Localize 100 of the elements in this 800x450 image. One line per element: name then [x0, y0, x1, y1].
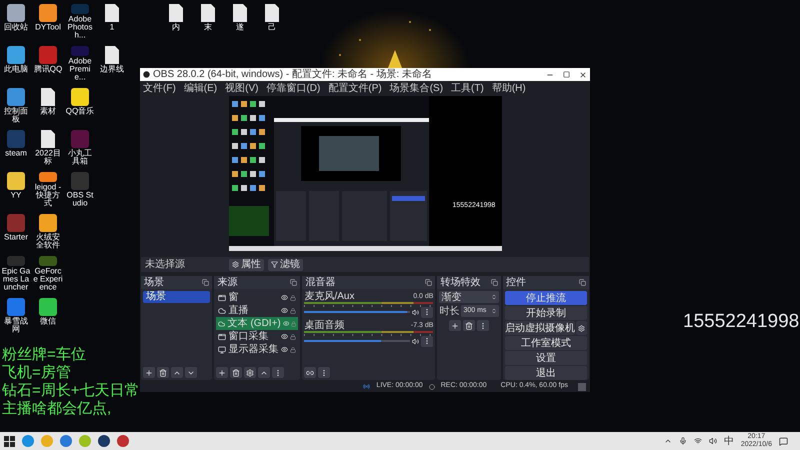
transition-select[interactable]: 渐变 [439, 291, 499, 303]
dock-title: 转场特效 [440, 277, 480, 288]
menu-item[interactable]: 编辑(E) [184, 82, 218, 94]
add-button[interactable] [143, 367, 155, 378]
undock-icon[interactable] [202, 279, 210, 286]
dock-title: 场景 [144, 277, 164, 288]
document-icon[interactable] [232, 4, 246, 22]
source-item[interactable]: 窗 [216, 291, 298, 304]
document-icon[interactable] [40, 130, 54, 148]
app-icon[interactable] [6, 4, 24, 22]
speaker-icon[interactable] [412, 308, 420, 316]
move-down-button[interactable] [185, 367, 197, 378]
icon-label: DYTool [34, 24, 62, 32]
overlay-text: 钻石=周长+七天日常 [2, 382, 140, 400]
document-icon[interactable] [200, 4, 214, 22]
control-button[interactable]: 设置 [505, 351, 587, 365]
phone-number-text: 15552241998 [683, 310, 800, 334]
notification-icon[interactable] [779, 436, 788, 446]
control-button[interactable]: 停止推流 [505, 291, 587, 305]
eye-icon[interactable] [281, 307, 288, 314]
add-button[interactable] [216, 367, 228, 378]
taskbar-app-icon[interactable] [98, 435, 110, 447]
source-label: 直播 [228, 305, 250, 316]
more-button[interactable] [421, 336, 434, 346]
document-icon[interactable] [104, 4, 118, 22]
document-icon[interactable] [264, 4, 278, 22]
move-up-button[interactable] [171, 367, 183, 378]
undock-icon[interactable] [579, 279, 586, 286]
trash-icon [465, 322, 474, 330]
source-item[interactable]: 直播 [216, 304, 298, 317]
move-up-button[interactable] [258, 367, 270, 378]
menu-item[interactable]: 场景集合(S) [390, 82, 444, 94]
delete-button[interactable] [230, 367, 242, 378]
source-item[interactable]: 窗口采集 [216, 330, 298, 343]
window-icon [218, 332, 226, 340]
add-button[interactable] [449, 320, 462, 331]
menu-item[interactable]: 帮助(H) [492, 82, 526, 94]
scene-item[interactable]: 场景 [143, 291, 210, 303]
menu-item[interactable]: 文件(F) [143, 82, 176, 94]
speaker-icon[interactable] [708, 437, 717, 445]
eye-icon[interactable] [281, 346, 288, 353]
app-icon[interactable] [6, 88, 24, 106]
properties-button[interactable]: 属性 [229, 258, 264, 270]
app-icon[interactable] [70, 88, 88, 106]
control-button[interactable]: 退出 [505, 366, 587, 380]
dock-title: 控件 [506, 277, 526, 288]
more-button[interactable] [272, 367, 284, 378]
control-button[interactable]: 开始录制 [505, 306, 587, 320]
control-button[interactable]: 工作室模式 [505, 336, 587, 350]
lock-icon[interactable] [290, 346, 296, 352]
icon-label: GeForce Experience [32, 268, 63, 292]
lock-icon[interactable] [290, 294, 296, 300]
settings-button[interactable] [244, 367, 256, 378]
document-icon[interactable] [40, 88, 54, 106]
document-icon[interactable] [104, 46, 118, 64]
undock-icon[interactable] [290, 279, 298, 286]
close-icon[interactable] [579, 70, 587, 78]
icon-label: steam [4, 150, 28, 158]
lock-icon[interactable] [290, 334, 296, 340]
menu-item[interactable]: 视图(V) [225, 82, 258, 94]
channel-name: 桌面音频 [304, 320, 344, 331]
input-method[interactable]: 中 [724, 436, 734, 446]
chevron-up-icon[interactable] [664, 437, 672, 445]
filters-button[interactable]: 滤镜 [268, 258, 303, 270]
icon-label: QQ音乐 [64, 108, 95, 116]
menu-item[interactable]: 停靠窗口(D) [266, 82, 320, 94]
eye-icon[interactable] [281, 333, 288, 340]
window-icon [218, 294, 226, 302]
icon-label: 己 [266, 24, 276, 32]
taskbar-app-icon[interactable] [117, 435, 129, 447]
lock-icon[interactable] [290, 308, 296, 314]
app-icon[interactable] [38, 172, 56, 182]
plus-icon [218, 368, 226, 376]
start-icon[interactable] [4, 436, 15, 446]
delete-button[interactable] [157, 367, 169, 378]
icon-label: 末 [202, 24, 212, 32]
eye-icon[interactable] [281, 294, 288, 301]
microphone-icon[interactable] [678, 437, 687, 445]
maximize-icon[interactable] [563, 71, 570, 78]
source-item[interactable]: 显示器采集 [216, 343, 298, 356]
app-icon[interactable] [38, 214, 56, 232]
menu-item[interactable]: 工具(T) [451, 82, 484, 94]
speaker-icon[interactable] [412, 338, 420, 344]
app-icon[interactable] [6, 46, 24, 64]
more-button[interactable] [477, 320, 490, 331]
undock-icon[interactable] [425, 279, 432, 286]
undock-icon[interactable] [491, 279, 498, 286]
document-icon[interactable] [168, 4, 182, 22]
delete-button[interactable] [463, 320, 476, 331]
more-button[interactable] [421, 306, 434, 318]
mixer-settings-button[interactable] [304, 367, 316, 378]
app-icon[interactable] [6, 172, 24, 190]
control-button[interactable]: 启动虚拟摄像机 [505, 321, 575, 335]
duration-label: 时长 [439, 306, 460, 316]
settings-button[interactable] [576, 321, 587, 335]
network-icon[interactable] [694, 437, 702, 445]
app-icon[interactable] [38, 4, 56, 22]
more-button[interactable] [318, 367, 330, 378]
app-icon[interactable] [38, 298, 56, 316]
menu-item[interactable]: 配置文件(P) [328, 82, 382, 94]
